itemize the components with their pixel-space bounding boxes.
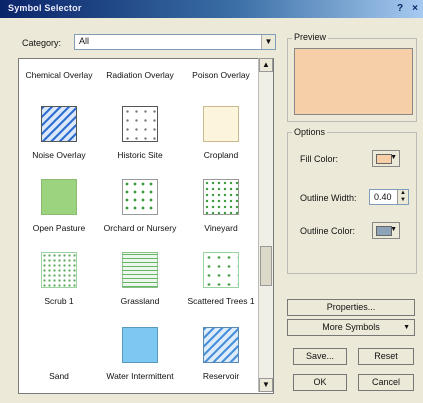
symbol-selector-window: Symbol Selector ? × Category: All ▼ Chem… <box>0 0 423 403</box>
outline-color-button[interactable]: ▼ <box>372 222 400 239</box>
dropdown-arrow-icon: ▼ <box>403 324 410 331</box>
symbol-label: Scattered Trees 1 <box>187 296 255 306</box>
symbol-label: Noise Overlay <box>32 150 86 160</box>
scroll-up-icon[interactable]: ▲ <box>259 58 273 72</box>
symbol-label: Scrub 1 <box>44 296 74 306</box>
gallery-scrollbar[interactable]: ▲ ▼ <box>258 58 273 392</box>
fill-color-button[interactable]: ▼ <box>372 150 400 167</box>
symbol-label-radiation-overlay: Radiation Overlay <box>106 70 174 80</box>
category-label: Category: <box>22 38 62 48</box>
outline-width-value: 0.40 <box>374 192 392 202</box>
save-button[interactable]: Save... <box>293 348 347 365</box>
symbol-label-chemical-overlay: Chemical Overlay <box>25 70 93 80</box>
category-dropdown[interactable]: All ▼ <box>74 34 276 50</box>
symbol-label: Vineyard <box>204 223 238 233</box>
more-symbols-button[interactable]: More Symbols ▼ <box>287 319 415 336</box>
symbol-label: Sand <box>49 371 69 381</box>
symbol-label: Orchard or Nursery <box>103 223 177 233</box>
symbol-label: Grassland <box>120 296 160 306</box>
symbol-label: Cropland <box>203 150 239 160</box>
outline-width-label: Outline Width: <box>300 193 357 203</box>
cancel-button[interactable]: Cancel <box>358 374 414 391</box>
outline-width-spinner[interactable]: 0.40 ▲ ▼ <box>369 189 409 205</box>
preview-swatch <box>294 48 413 115</box>
preview-label: Preview <box>292 32 329 42</box>
symbol-label: Historic Site <box>117 150 163 160</box>
window-title: Symbol Selector <box>8 3 82 13</box>
scroll-thumb[interactable] <box>260 246 272 286</box>
help-button[interactable]: ? <box>394 3 406 15</box>
symbol-label-poison-overlay: Poison Overlay <box>192 70 250 80</box>
dotted-pattern-icon <box>122 106 158 142</box>
fill-color-label: Fill Color: <box>300 154 339 164</box>
category-value: All <box>79 36 90 46</box>
symbol-gallery: Chemical Overlay Radiation Overlay Poiso… <box>18 58 274 394</box>
title-bar[interactable]: Symbol Selector ? × <box>0 0 423 18</box>
more-symbols-label: More Symbols <box>322 322 380 332</box>
green-speckle-icon <box>41 252 77 288</box>
green-fill-icon <box>41 179 77 215</box>
properties-button[interactable]: Properties... <box>287 299 415 316</box>
symbol-label: Water Intermittent <box>106 371 174 381</box>
dropdown-arrow-icon: ▼ <box>390 226 397 233</box>
spin-down-icon[interactable]: ▼ <box>397 197 408 204</box>
chevron-down-icon[interactable]: ▼ <box>261 35 275 49</box>
light-yellow-fill-icon <box>203 106 239 142</box>
diagonal-hatch-icon <box>41 106 77 142</box>
scroll-down-icon[interactable]: ▼ <box>259 378 273 392</box>
green-dots-icon <box>122 179 158 215</box>
reset-button[interactable]: Reset <box>358 348 414 365</box>
green-grass-icon <box>122 252 158 288</box>
spin-up-icon[interactable]: ▲ <box>397 190 408 197</box>
green-dot-grid-icon <box>203 179 239 215</box>
close-button[interactable]: × <box>409 3 421 15</box>
blue-hatch-icon <box>203 327 239 363</box>
symbol-label: Open Pasture <box>32 223 86 233</box>
outline-color-label: Outline Color: <box>300 226 356 236</box>
options-label: Options <box>292 127 328 137</box>
green-scatter-icon <box>203 252 239 288</box>
blue-fill-icon <box>122 327 158 363</box>
symbol-label: Reservoir <box>202 371 240 381</box>
ok-button[interactable]: OK <box>293 374 347 391</box>
dropdown-arrow-icon: ▼ <box>390 154 397 161</box>
